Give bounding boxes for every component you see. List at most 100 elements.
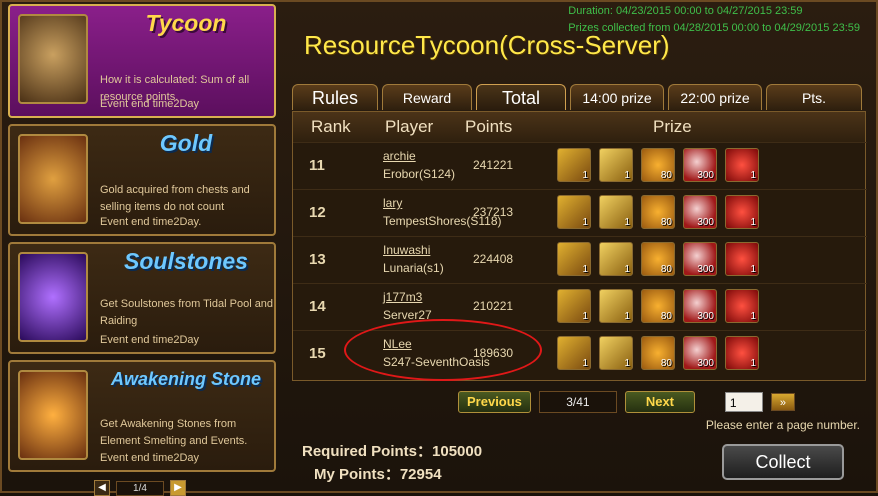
player-name-link[interactable]: archie xyxy=(383,149,416,163)
category-page-indicator: 1/4 xyxy=(116,480,164,496)
row-rank: 12 xyxy=(309,204,326,221)
table-row: 11 archie Erobor(S124) 241221 1 1 80 300 1 xyxy=(293,142,867,188)
prize-qty: 80 xyxy=(660,358,672,369)
player-name-link[interactable]: Inuwashi xyxy=(383,243,430,257)
highlight-circle xyxy=(344,319,542,381)
category-desc: Get Soulstones from Tidal Pool and Raidi… xyxy=(100,298,274,327)
prize-qty: 1 xyxy=(624,358,630,369)
row-rank: 15 xyxy=(309,345,326,362)
scroll-prize-icon[interactable]: 1 xyxy=(599,336,633,370)
prize-qty: 1 xyxy=(750,311,756,322)
go-page-button[interactable]: » xyxy=(770,393,795,411)
prize-qty: 300 xyxy=(697,170,714,181)
player-points: 237213 xyxy=(473,205,514,219)
feather-prize-icon[interactable]: 80 xyxy=(641,195,675,229)
prize-list: 1 1 80 300 1 xyxy=(557,289,759,323)
tab-pts-reward[interactable]: Pts. Reward xyxy=(766,84,862,132)
collect-button[interactable]: Collect xyxy=(722,444,844,480)
scroll-prize-icon[interactable]: 1 xyxy=(599,242,633,276)
prize-qty: 300 xyxy=(697,358,714,369)
table-row: 14 j177m3 Server27 210221 1 1 80 300 1 xyxy=(293,283,867,329)
player-server: Erobor(S124) xyxy=(383,167,456,181)
chest-prize-icon[interactable]: 1 xyxy=(557,289,591,323)
tab-bar: Rules Reward List Total 14:00 prize 22:0… xyxy=(292,84,862,132)
my-points: My Points：72954 xyxy=(314,466,442,483)
crystal-prize-icon[interactable]: 1 xyxy=(725,289,759,323)
table-row: 13 Inuwashi Lunaria(s1) 224408 1 1 80 300 1 xyxy=(293,236,867,282)
header-rank: Rank xyxy=(311,117,351,136)
prize-list: 1 1 80 300 1 xyxy=(557,148,759,182)
tab-rules[interactable]: Rules xyxy=(292,84,378,110)
prize-list: 1 1 80 300 1 xyxy=(557,336,759,370)
crystal-prize-icon[interactable]: 1 xyxy=(725,336,759,370)
next-page-arrow-icon[interactable]: ▶ xyxy=(170,480,186,496)
gold-coin-icon xyxy=(18,134,88,224)
player-points: 241221 xyxy=(473,158,514,172)
row-rank: 14 xyxy=(309,298,326,315)
chest-prize-icon[interactable]: 1 xyxy=(557,195,591,229)
tab-reward-list[interactable]: Reward List xyxy=(382,84,472,132)
header-prize: Prize xyxy=(653,117,692,136)
prize-qty: 80 xyxy=(660,311,672,322)
feather-prize-icon[interactable]: 80 xyxy=(641,289,675,323)
prize-qty: 300 xyxy=(697,311,714,322)
player-points: 210221 xyxy=(473,299,514,313)
page-hint: Please enter a page number. xyxy=(705,418,860,432)
scroll-prize-icon[interactable]: 1 xyxy=(599,195,633,229)
scroll-prize-icon[interactable]: 1 xyxy=(599,148,633,182)
row-rank: 13 xyxy=(309,251,326,268)
category-gold[interactable]: Gold Gold acquired from chests and selli… xyxy=(8,124,276,236)
category-tycoon[interactable]: Tycoon How it is calculated: Sum of all … xyxy=(8,4,276,118)
soulstone-orb-icon xyxy=(18,252,88,342)
tab-total[interactable]: Total xyxy=(476,84,566,110)
feather-prize-icon[interactable]: 80 xyxy=(641,336,675,370)
prize-qty: 1 xyxy=(624,170,630,181)
scroll-prize-icon[interactable]: 1 xyxy=(599,289,633,323)
tab-14-prize[interactable]: 14:00 prize xyxy=(570,84,664,110)
tab-22-prize[interactable]: 22:00 prize xyxy=(668,84,762,110)
player-name-link[interactable]: j177m3 xyxy=(383,290,422,304)
page-indicator: 3/41 xyxy=(538,391,617,413)
feather-prize-icon[interactable]: 80 xyxy=(641,148,675,182)
orb-prize-icon[interactable]: 300 xyxy=(683,242,717,276)
main-panel: Duration: 04/23/2015 00:00 to 04/27/2015… xyxy=(286,0,878,493)
chest-prize-icon[interactable]: 1 xyxy=(557,148,591,182)
category-awakening-stone[interactable]: Awakening Stone Get Awakening Stones fro… xyxy=(8,360,276,472)
category-title: Gold xyxy=(159,130,213,156)
category-end: Event end time2Day xyxy=(100,334,200,346)
prize-qty: 1 xyxy=(624,264,630,275)
prize-qty: 80 xyxy=(660,170,672,181)
player-name-link[interactable]: lary xyxy=(383,196,402,210)
next-button[interactable]: Next xyxy=(624,391,695,413)
category-end: Event end time2Day xyxy=(100,98,200,110)
chest-prize-icon[interactable]: 1 xyxy=(557,242,591,276)
category-end: Event end time2Day xyxy=(100,452,200,464)
prize-qty: 1 xyxy=(582,217,588,228)
crystal-prize-icon[interactable]: 1 xyxy=(725,242,759,276)
orb-prize-icon[interactable]: 300 xyxy=(683,148,717,182)
category-soulstones[interactable]: Soulstones Get Soulstones from Tidal Poo… xyxy=(8,242,276,354)
orb-prize-icon[interactable]: 300 xyxy=(683,289,717,323)
prize-qty: 1 xyxy=(582,358,588,369)
orb-prize-icon[interactable]: 300 xyxy=(683,336,717,370)
crystal-prize-icon[interactable]: 1 xyxy=(725,148,759,182)
orb-prize-icon[interactable]: 300 xyxy=(683,195,717,229)
prize-qty: 1 xyxy=(750,217,756,228)
crystal-prize-icon[interactable]: 1 xyxy=(725,195,759,229)
feather-prize-icon[interactable]: 80 xyxy=(641,242,675,276)
prize-qty: 1 xyxy=(624,311,630,322)
prize-qty: 1 xyxy=(750,264,756,275)
prev-page-arrow-icon[interactable]: ◀ xyxy=(94,480,110,496)
chest-prize-icon[interactable]: 1 xyxy=(557,336,591,370)
header-player: Player xyxy=(385,117,434,136)
prize-list: 1 1 80 300 1 xyxy=(557,242,759,276)
category-pager: ◀ 1/4 ▶ xyxy=(94,480,194,496)
category-title: Tycoon xyxy=(145,10,227,36)
table-row: 12 lary TempestShores(S118) 237213 1 1 80 3… xyxy=(293,189,867,235)
row-rank: 11 xyxy=(309,157,325,174)
previous-button[interactable]: Previous xyxy=(458,391,531,413)
prize-qty: 1 xyxy=(582,311,588,322)
page-number-input[interactable]: 1 xyxy=(724,392,763,412)
category-title: Awakening Stone xyxy=(110,369,262,389)
awakening-stone-icon xyxy=(18,370,88,460)
